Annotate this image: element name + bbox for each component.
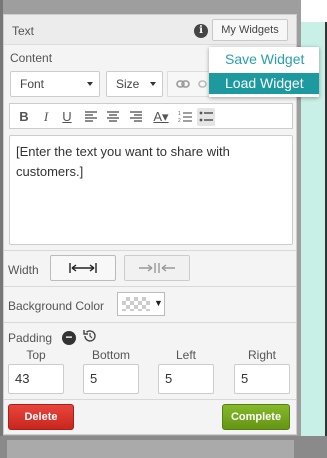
align-right-icon[interactable]: [127, 108, 145, 126]
padding-bottom-input[interactable]: 5: [83, 364, 139, 394]
svg-text:2: 2: [178, 118, 181, 124]
chevron-down-icon: ▼: [154, 298, 163, 308]
my-widgets-button[interactable]: My Widgets: [212, 19, 288, 41]
padding-right-label: Right: [247, 348, 276, 362]
padding-label: Padding: [8, 331, 53, 345]
width-label: Width: [8, 263, 39, 277]
load-widget-item[interactable]: Load Widget: [209, 73, 319, 94]
divider: [4, 399, 296, 400]
minus-circle-icon[interactable]: −: [62, 331, 76, 345]
padding-bottom-label: Bottom: [91, 348, 130, 362]
divider: [4, 286, 296, 287]
padding-top-input[interactable]: 43: [8, 364, 64, 394]
my-widgets-dropdown: Save Widget Load Widget: [209, 47, 319, 97]
reset-icon[interactable]: [82, 328, 98, 344]
stretch-width-icon: [69, 263, 97, 273]
chevron-down-icon: [150, 82, 156, 86]
underline-icon[interactable]: U: [58, 108, 76, 126]
panel-title: Text: [12, 24, 35, 38]
text-editor[interactable]: [Enter the text you want to share with c…: [9, 135, 293, 245]
divider: [4, 322, 296, 323]
padding-right-input[interactable]: 5: [234, 364, 290, 394]
delete-button[interactable]: Delete: [8, 404, 74, 430]
font-select-value: Font: [20, 77, 45, 91]
padding-top-label: Top: [26, 348, 46, 362]
divider: [4, 250, 296, 251]
save-widget-item[interactable]: Save Widget: [209, 49, 319, 70]
complete-button[interactable]: Complete: [222, 404, 290, 430]
align-left-icon[interactable]: [82, 108, 100, 126]
unlink-icon[interactable]: [198, 79, 208, 89]
info-icon[interactable]: i: [194, 24, 208, 38]
shrink-width-icon: [139, 263, 175, 273]
text-color-icon[interactable]: A▾: [150, 108, 172, 126]
size-select-value: Size: [116, 77, 140, 91]
background-canvas-top: [301, 0, 327, 22]
numbered-list-icon[interactable]: 1 2: [176, 108, 194, 126]
padding-left-label: Left: [175, 348, 196, 362]
panel-header: Text i My Widgets: [4, 15, 296, 45]
italic-icon[interactable]: I: [37, 108, 55, 126]
bold-icon[interactable]: B: [15, 108, 33, 126]
content-label: Content: [10, 51, 53, 65]
size-select[interactable]: Size: [106, 71, 163, 97]
background-color-label: Background Color: [8, 299, 105, 313]
background-bottom-inner: [7, 440, 294, 458]
transparent-swatch: [122, 297, 150, 311]
padding-left-input[interactable]: 5: [158, 364, 214, 394]
format-toolbar: B I U A▾ 1 2: [9, 103, 293, 129]
background-color-picker[interactable]: ▼: [117, 292, 165, 316]
chevron-down-icon: [87, 82, 93, 86]
narrow-width-button[interactable]: [124, 255, 190, 281]
link-tools: [167, 71, 209, 97]
font-select[interactable]: Font: [10, 71, 100, 97]
align-center-icon[interactable]: [104, 108, 122, 126]
link-icon[interactable]: [176, 79, 190, 89]
svg-text:1: 1: [178, 111, 181, 117]
full-width-button[interactable]: [50, 255, 116, 281]
bullet-list-icon[interactable]: [197, 108, 215, 126]
